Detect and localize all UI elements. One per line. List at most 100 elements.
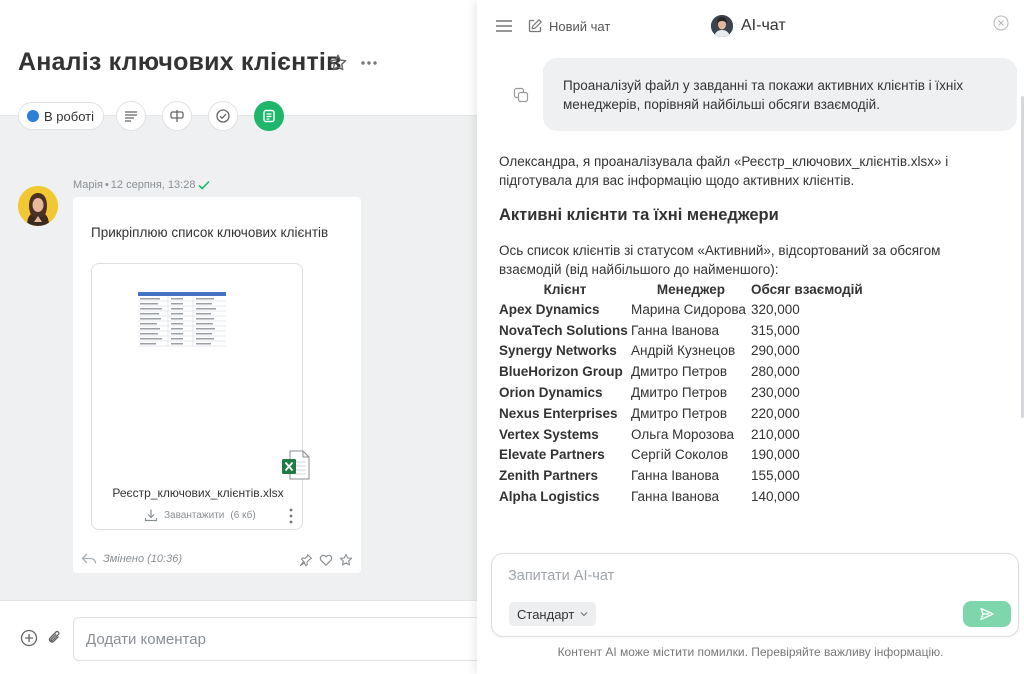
chat-button[interactable] bbox=[254, 101, 284, 131]
clients-table: Клієнт Менеджер Обсяг взаємодій Apex Dyn… bbox=[499, 279, 863, 507]
client-cell: Zenith Partners bbox=[499, 468, 599, 484]
comment-input[interactable]: Додати коментар bbox=[73, 617, 477, 661]
excel-file-icon bbox=[282, 450, 310, 480]
table-row: Synergy Networks Андрій Кузнецов 290,000 bbox=[499, 341, 863, 362]
volume-cell: 155,000 bbox=[751, 468, 800, 484]
download-icon bbox=[144, 509, 158, 522]
ai-title-text: AI-чат bbox=[741, 17, 786, 34]
message-author[interactable]: Марія bbox=[73, 179, 103, 191]
ai-chat-header: Новий чат AI-чат bbox=[477, 0, 1024, 54]
table-row: Nexus Enterprises Дмитро Петров 220,000 bbox=[499, 403, 863, 424]
manager-cell: Ганна Іванова bbox=[631, 489, 720, 505]
client-cell: Elevate Partners bbox=[499, 447, 605, 463]
client-cell: Vertex Systems bbox=[499, 426, 599, 442]
client-cell: Synergy Networks bbox=[499, 343, 617, 359]
ai-intro-text: Олександра, я проаналізувала файл «Реєст… bbox=[499, 154, 949, 188]
manager-cell: Ганна Іванова bbox=[631, 322, 720, 338]
spreadsheet-preview bbox=[138, 292, 226, 347]
pin-icon[interactable] bbox=[299, 553, 313, 567]
volume-cell: 290,000 bbox=[751, 343, 800, 359]
description-button[interactable] bbox=[116, 101, 146, 131]
message-meta: Марія • 12 серпня, 13:28 bbox=[73, 179, 211, 191]
comment-bar: Додати коментар bbox=[0, 600, 477, 674]
download-label: Завантажити bbox=[164, 509, 225, 521]
client-cell: BlueHorizon Group bbox=[499, 364, 623, 380]
ai-chat-title: AI-чат bbox=[711, 15, 786, 37]
status-dot-icon bbox=[27, 110, 39, 122]
add-circle-icon[interactable] bbox=[20, 629, 38, 647]
task-title: Аналіз ключових клієнтів bbox=[18, 48, 342, 76]
volume-cell: 315,000 bbox=[751, 322, 800, 338]
manager-cell: Сергій Соколов bbox=[631, 447, 729, 463]
message-footer: Змінено (10:36) bbox=[81, 553, 353, 569]
manager-cell: Ольга Морозова bbox=[631, 426, 734, 442]
ai-input-box: Стандарт bbox=[491, 553, 1019, 637]
meta-separator: • bbox=[104, 179, 109, 191]
file-attachment[interactable]: Реєстр_ключових_клієнтів.xlsx Завантажит… bbox=[91, 263, 310, 530]
volume-cell: 140,000 bbox=[751, 489, 800, 505]
mode-dropdown[interactable]: Стандарт bbox=[509, 602, 597, 626]
edited-label: Змінено (10:36) bbox=[103, 553, 182, 565]
table-row: Vertex Systems Ольга Морозова 210,000 bbox=[499, 424, 863, 445]
volume-cell: 210,000 bbox=[751, 426, 800, 442]
comment-tools bbox=[20, 629, 64, 647]
client-cell: Nexus Enterprises bbox=[499, 405, 618, 421]
checklist-button[interactable] bbox=[208, 101, 238, 131]
manager-cell: Марина Сидорова bbox=[631, 301, 746, 317]
table-row: Zenith Partners Ганна Іванова 155,000 bbox=[499, 465, 863, 486]
paperclip-icon[interactable] bbox=[46, 629, 64, 647]
table-row: Elevate Partners Сергій Соколов 190,000 bbox=[499, 445, 863, 466]
close-icon[interactable] bbox=[993, 15, 1009, 31]
table-row: BlueHorizon Group Дмитро Петров 280,000 bbox=[499, 361, 863, 382]
check-circle-icon bbox=[216, 109, 230, 123]
edited-indicator: Змінено (10:36) bbox=[81, 553, 182, 565]
file-name[interactable]: Реєстр_ключових_клієнтів.xlsx bbox=[92, 486, 304, 500]
favorite-star-icon[interactable] bbox=[328, 53, 348, 73]
user-photo-icon bbox=[18, 186, 58, 226]
message-date: 12 серпня, 13:28 bbox=[110, 179, 196, 191]
volume-cell: 230,000 bbox=[751, 385, 800, 401]
ai-chat-panel: Новий чат AI-чат Проаналізуй файл у завд… bbox=[477, 0, 1024, 674]
send-button[interactable] bbox=[963, 601, 1011, 627]
table-row: Orion Dynamics Дмитро Петров 230,000 bbox=[499, 382, 863, 403]
table-header-manager: Менеджер bbox=[656, 281, 726, 297]
hamburger-menu-icon[interactable] bbox=[495, 18, 513, 34]
volume-cell: 320,000 bbox=[751, 301, 800, 317]
task-pane: Аналіз ключових клієнтів В роботі Марія bbox=[0, 0, 477, 674]
check-mark-icon bbox=[198, 180, 211, 190]
copy-icon[interactable] bbox=[513, 87, 529, 103]
file-more-icon[interactable] bbox=[288, 507, 294, 525]
manager-cell: Дмитро Петров bbox=[631, 405, 728, 421]
star-icon[interactable] bbox=[339, 553, 353, 567]
message-text: Прикріплюю список ключових клієнтів bbox=[91, 225, 329, 240]
manager-cell: Дмитро Петров bbox=[631, 385, 728, 401]
signpost-button[interactable] bbox=[162, 101, 192, 131]
signpost-icon bbox=[170, 110, 184, 122]
volume-cell: 280,000 bbox=[751, 364, 800, 380]
client-cell: Alpha Logistics bbox=[499, 489, 600, 505]
client-cell: Orion Dynamics bbox=[499, 385, 603, 401]
new-chat-button[interactable]: Новий чат bbox=[527, 18, 610, 34]
reply-icon[interactable] bbox=[81, 553, 97, 565]
ai-response: Олександра, я проаналізувала файл «Реєст… bbox=[499, 152, 999, 507]
message-actions bbox=[299, 553, 353, 567]
manager-cell: Андрій Кузнецов bbox=[631, 343, 736, 359]
table-row: NovaTech Solutions Ганна Іванова 315,000 bbox=[499, 320, 863, 341]
ai-disclaimer: Контент AI може містити помилки. Перевір… bbox=[557, 645, 944, 659]
table-header-client: Клієнт bbox=[543, 281, 587, 297]
status-badge[interactable]: В роботі bbox=[18, 102, 104, 130]
ai-chat-input[interactable] bbox=[508, 568, 968, 584]
avatar[interactable] bbox=[18, 186, 58, 226]
volume-cell: 220,000 bbox=[751, 405, 800, 421]
more-options-icon[interactable] bbox=[358, 52, 380, 74]
table-row: Alpha Logistics Ганна Іванова 140,000 bbox=[499, 486, 863, 507]
user-message-bubble: Проаналізуй файл у завданні та покажи ак… bbox=[543, 58, 1017, 131]
message-card: Прикріплюю список ключових клієнтів Реєс… bbox=[73, 197, 361, 573]
download-link[interactable]: Завантажити (6 кб) bbox=[144, 508, 256, 522]
volume-cell: 190,000 bbox=[751, 447, 800, 463]
send-icon bbox=[980, 607, 994, 621]
chat-document-icon bbox=[263, 109, 275, 123]
heart-icon[interactable] bbox=[319, 553, 333, 567]
task-header: Аналіз ключових клієнтів bbox=[0, 0, 477, 116]
mode-label: Стандарт bbox=[517, 606, 575, 622]
